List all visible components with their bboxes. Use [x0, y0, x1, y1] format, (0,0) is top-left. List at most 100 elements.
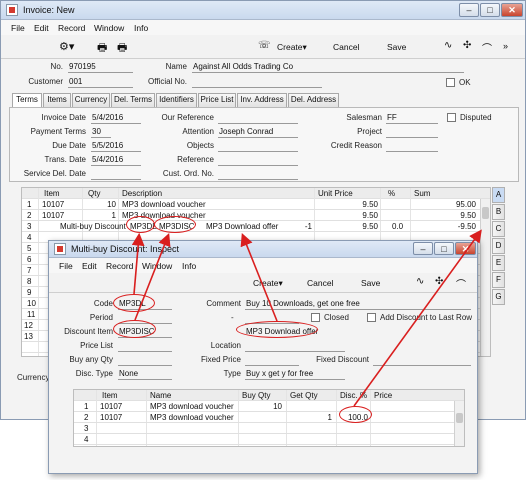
col-item[interactable]: Item — [102, 391, 118, 400]
menu-window[interactable]: Window — [94, 23, 124, 33]
col-get-qty[interactable]: Get Qty — [290, 391, 318, 400]
menu-edit[interactable]: Edit — [82, 261, 97, 271]
salesman-field[interactable]: FF — [386, 113, 438, 124]
closed-checkbox[interactable] — [311, 313, 320, 322]
price-list-field[interactable] — [118, 341, 172, 352]
dialog-grid-scrollbar[interactable] — [454, 401, 464, 446]
table-row[interactable]: 1 10107 10 MP3 download voucher 9.50 95.… — [22, 199, 490, 210]
cancel-button[interactable]: Cancel — [333, 42, 359, 52]
side-tab-a[interactable]: A — [492, 187, 505, 203]
table-row[interactable]: 3 — [74, 423, 464, 434]
disputed-checkbox[interactable] — [447, 113, 456, 122]
official-no-field[interactable] — [192, 77, 322, 88]
col-percent[interactable]: % — [388, 189, 395, 198]
disc-type-field[interactable]: None — [118, 369, 172, 380]
trans-date-field[interactable]: 5/4/2016 — [91, 155, 141, 166]
menu-file[interactable]: File — [11, 23, 25, 33]
signature-icon[interactable]: ∿ — [416, 276, 424, 287]
buy-any-qty-field[interactable] — [118, 355, 172, 366]
menu-info[interactable]: Info — [182, 261, 196, 271]
attachment-icon[interactable]: ⌒ — [482, 40, 492, 55]
create-button[interactable]: Create▾ — [253, 278, 283, 289]
menu-file[interactable]: File — [59, 261, 73, 271]
table-row[interactable]: 3 Multi-buy Discount MP3DL MP3DISC MP3 D… — [22, 221, 490, 232]
cust-ord-no-field[interactable] — [218, 169, 298, 180]
tab-terms[interactable]: Terms — [12, 93, 42, 108]
side-tab-c[interactable]: C — [492, 221, 505, 237]
col-disc-percent[interactable]: Disc. % — [340, 391, 367, 400]
fixed-price-field[interactable] — [245, 355, 299, 366]
customer-field[interactable]: 001 — [68, 77, 133, 88]
create-button[interactable]: Create▾ — [277, 42, 307, 53]
col-sum[interactable]: Sum — [414, 189, 430, 198]
name-field[interactable]: Against All Odds Trading Co — [192, 62, 464, 73]
menu-info[interactable]: Info — [134, 23, 148, 33]
table-row[interactable]: 2 10107 MP3 download voucher 1 100.0 — [74, 412, 464, 423]
close-icon[interactable]: ✕ — [501, 3, 523, 17]
our-reference-field[interactable] — [218, 113, 298, 124]
col-price[interactable]: Price — [374, 391, 392, 400]
side-tab-f[interactable]: F — [492, 272, 505, 288]
tab-identifiers[interactable]: Identifiers — [156, 93, 197, 107]
objects-field[interactable] — [218, 141, 298, 152]
invoice-titlebar[interactable]: Invoice: New – □ ✕ — [1, 1, 525, 20]
phone-icon[interactable]: ☏ — [258, 40, 271, 51]
maximize-icon[interactable]: □ — [434, 242, 454, 255]
project-field[interactable] — [386, 127, 438, 138]
minimize-icon[interactable]: – — [459, 3, 479, 17]
print-preview-icon[interactable]: 🖶 — [117, 39, 127, 58]
save-button[interactable]: Save — [361, 278, 380, 288]
grid-scrollbar[interactable] — [480, 199, 490, 356]
ok-checkbox[interactable] — [446, 78, 455, 87]
print-icon[interactable]: 🖶 — [97, 39, 107, 58]
invoice-date-field[interactable]: 5/4/2016 — [91, 113, 141, 124]
side-tab-e[interactable]: E — [492, 255, 505, 271]
save-button[interactable]: Save — [387, 42, 406, 52]
add-discount-checkbox[interactable] — [367, 313, 376, 322]
col-buy-qty[interactable]: Buy Qty — [242, 391, 270, 400]
tab-items[interactable]: Items — [43, 93, 71, 107]
menu-window[interactable]: Window — [142, 261, 172, 271]
tab-price-list[interactable]: Price List — [198, 93, 236, 107]
minimize-icon[interactable]: – — [413, 242, 433, 255]
col-unit-price[interactable]: Unit Price — [318, 189, 353, 198]
fixed-discount-field[interactable] — [373, 355, 471, 366]
col-qty[interactable]: Qty — [88, 189, 100, 198]
cancel-button[interactable]: Cancel — [307, 278, 333, 288]
credit-reason-field[interactable] — [386, 141, 438, 152]
gear-icon[interactable]: ⚙▾ — [59, 40, 74, 53]
col-item[interactable]: Item — [44, 189, 60, 198]
expand-icon[interactable]: ✣ — [435, 276, 443, 287]
menu-record[interactable]: Record — [106, 261, 133, 271]
table-row[interactable]: 4 — [74, 434, 464, 445]
table-row[interactable]: 1 10107 MP3 download voucher 10 — [74, 401, 464, 412]
signature-icon[interactable]: ∿ — [444, 40, 452, 51]
maximize-icon[interactable]: □ — [480, 3, 500, 17]
expand-icon[interactable]: ✣ — [463, 40, 471, 51]
side-tab-b[interactable]: B — [492, 204, 505, 220]
tab-del-address[interactable]: Del. Address — [288, 93, 339, 107]
no-field[interactable]: 970195 — [68, 62, 133, 73]
menu-edit[interactable]: Edit — [34, 23, 49, 33]
service-del-date-field[interactable] — [91, 169, 141, 180]
reference-field[interactable] — [218, 155, 298, 166]
tab-currency[interactable]: Currency — [72, 93, 110, 107]
close-icon[interactable]: ✕ — [455, 242, 476, 255]
type-field[interactable]: Buy x get y for free — [245, 369, 345, 380]
table-row[interactable]: 2 10107 1 MP3 download voucher 9.50 9.50 — [22, 210, 490, 221]
menu-record[interactable]: Record — [58, 23, 85, 33]
payment-terms-field[interactable]: 30 — [91, 127, 111, 138]
col-name[interactable]: Name — [150, 391, 171, 400]
side-tab-g[interactable]: G — [492, 289, 505, 305]
attention-field[interactable]: Joseph Conrad — [218, 127, 298, 138]
location-field[interactable] — [245, 341, 345, 352]
tab-inv-address[interactable]: Inv. Address — [237, 93, 287, 107]
due-date-field[interactable]: 5/5/2016 — [91, 141, 141, 152]
col-description[interactable]: Description — [122, 189, 162, 198]
attachment-icon[interactable]: ⌒ — [456, 276, 466, 291]
side-tab-d[interactable]: D — [492, 238, 505, 254]
tab-del-terms[interactable]: Del. Terms — [111, 93, 155, 107]
dialog-titlebar[interactable]: Multi-buy Discount: Inspect – □ ✕ — [49, 241, 477, 258]
comment-field[interactable]: Buy 10 Downloads, get one free — [245, 299, 471, 310]
more-icon[interactable]: » — [503, 41, 508, 51]
